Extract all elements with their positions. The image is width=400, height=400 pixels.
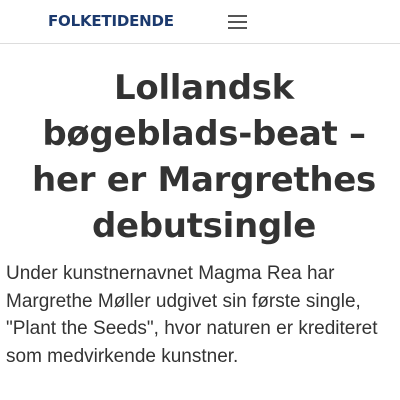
hamburger-menu-icon (228, 15, 247, 29)
hamburger-menu-button[interactable] (227, 13, 249, 31)
site-logo[interactable]: FOLKETIDENDE (48, 12, 174, 30)
site-header: FOLKETIDENDE (0, 0, 400, 44)
article-lead: Under kunstnernavnet Magma Rea har Margr… (6, 263, 378, 367)
article-title: Lollandsk bøgeblads-beat – her er Margre… (32, 68, 376, 246)
